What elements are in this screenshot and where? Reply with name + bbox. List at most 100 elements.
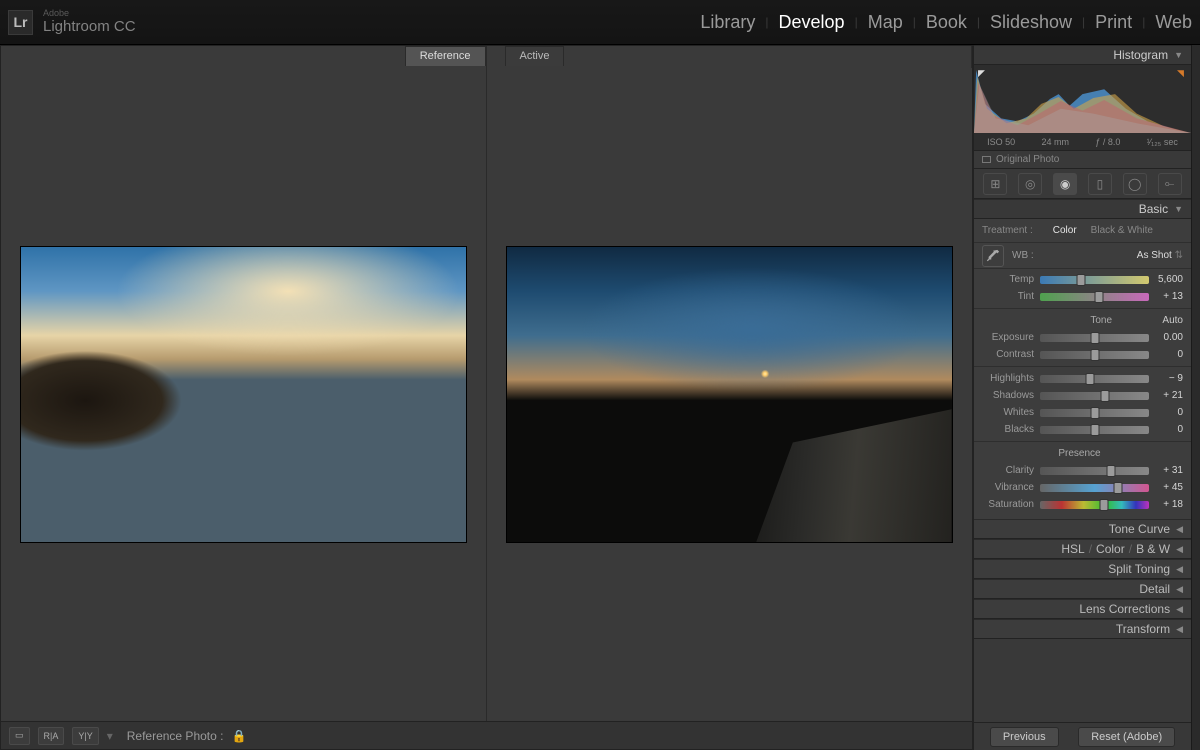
histogram[interactable]: ◤ ◥ ISO 50 24 mm ƒ / 8.0 ¹⁄₁₂₅ sec bbox=[974, 65, 1191, 151]
wb-dropdown[interactable]: As Shot ⇅ bbox=[1137, 250, 1183, 261]
auto-tone-button[interactable]: Auto bbox=[1162, 315, 1183, 326]
blacks-slider[interactable] bbox=[1040, 426, 1149, 434]
compare-ra-icon[interactable]: R|A bbox=[38, 727, 65, 745]
radial-tool-icon[interactable]: ◯ bbox=[1123, 173, 1147, 195]
triangle-left-icon: ◀ bbox=[1176, 544, 1183, 555]
shadows-value[interactable]: + 21 bbox=[1149, 390, 1183, 401]
active-tab[interactable]: Active bbox=[505, 46, 565, 66]
tone-section-label: Tone bbox=[1040, 315, 1162, 326]
previous-button[interactable]: Previous bbox=[990, 727, 1059, 747]
module-book[interactable]: Book bbox=[926, 12, 967, 33]
saturation-label: Saturation bbox=[982, 499, 1040, 510]
brush-tool-icon[interactable]: ⟜ bbox=[1158, 173, 1182, 195]
module-map[interactable]: Map bbox=[868, 12, 903, 33]
contrast-label: Contrast bbox=[982, 349, 1040, 360]
viewer-footer: ▭ R|A Y|Y ▾ Reference Photo : 🔒 bbox=[1, 721, 972, 749]
triangle-down-icon: ▼ bbox=[1174, 204, 1183, 214]
treatment-color[interactable]: Color bbox=[1053, 225, 1077, 236]
triangle-down-icon: ▼ bbox=[1174, 50, 1183, 60]
right-scrollbar[interactable] bbox=[1191, 45, 1200, 750]
module-print[interactable]: Print bbox=[1095, 12, 1132, 33]
shadows-slider[interactable] bbox=[1040, 392, 1149, 400]
checkbox-icon[interactable] bbox=[982, 156, 991, 163]
right-footer: Previous Reset (Adobe) bbox=[974, 722, 1191, 750]
vibrance-value[interactable]: + 45 bbox=[1149, 482, 1183, 493]
presence-section-label: Presence bbox=[982, 448, 1183, 459]
clarity-label: Clarity bbox=[982, 465, 1040, 476]
exposure-value[interactable]: 0.00 bbox=[1149, 332, 1183, 343]
contrast-value[interactable]: 0 bbox=[1149, 349, 1183, 360]
main-area: Reference Active ▭ R|A Y|Y ▾ Referenc bbox=[0, 45, 1200, 750]
clarity-slider[interactable] bbox=[1040, 467, 1149, 475]
original-photo-row[interactable]: Original Photo bbox=[974, 151, 1191, 169]
redeye-tool-icon[interactable]: ◉ bbox=[1053, 173, 1077, 195]
app-window: Lr Adobe Lightroom CC Library| Develop| … bbox=[0, 0, 1200, 750]
highlights-label: Highlights bbox=[982, 373, 1040, 384]
vibrance-label: Vibrance bbox=[982, 482, 1040, 493]
vibrance-slider[interactable] bbox=[1040, 484, 1149, 492]
split-toning-header[interactable]: Split Toning◀ bbox=[974, 559, 1191, 579]
graduated-tool-icon[interactable]: ▯ bbox=[1088, 173, 1112, 195]
highlights-slider[interactable] bbox=[1040, 375, 1149, 383]
module-web[interactable]: Web bbox=[1155, 12, 1192, 33]
contrast-slider[interactable] bbox=[1040, 351, 1149, 359]
module-library[interactable]: Library bbox=[700, 12, 755, 33]
histogram-header[interactable]: Histogram▼ bbox=[974, 45, 1191, 65]
shadow-clip-icon[interactable]: ◤ bbox=[978, 68, 988, 78]
hist-aperture: ƒ / 8.0 bbox=[1095, 137, 1120, 147]
treatment-label: Treatment : bbox=[982, 225, 1039, 236]
eyedropper-icon[interactable] bbox=[982, 245, 1004, 267]
tint-label: Tint bbox=[982, 291, 1040, 302]
saturation-value[interactable]: + 18 bbox=[1149, 499, 1183, 510]
viewer-tabs: Reference Active bbox=[1, 46, 972, 68]
reset-button[interactable]: Reset (Adobe) bbox=[1078, 727, 1175, 747]
temp-value[interactable]: 5,600 bbox=[1149, 274, 1183, 285]
tone-curve-header[interactable]: Tone Curve◀ bbox=[974, 519, 1191, 539]
right-panel: Histogram▼ ◤ ◥ ISO 50 24 mm ƒ / 8.0 ¹⁄₁₂… bbox=[973, 45, 1191, 750]
whites-slider[interactable] bbox=[1040, 409, 1149, 417]
tint-slider[interactable] bbox=[1040, 293, 1149, 301]
reference-photo-label: Reference Photo : bbox=[127, 729, 224, 743]
tint-value[interactable]: + 13 bbox=[1149, 291, 1183, 302]
whites-label: Whites bbox=[982, 407, 1040, 418]
hist-iso: ISO 50 bbox=[987, 137, 1015, 147]
highlight-clip-icon[interactable]: ◥ bbox=[1177, 68, 1187, 78]
transform-header[interactable]: Transform◀ bbox=[974, 619, 1191, 639]
highlights-value[interactable]: − 9 bbox=[1149, 373, 1183, 384]
exposure-slider[interactable] bbox=[1040, 334, 1149, 342]
reference-tab[interactable]: Reference bbox=[405, 46, 486, 66]
detail-header[interactable]: Detail◀ bbox=[974, 579, 1191, 599]
viewer: Reference Active ▭ R|A Y|Y ▾ Referenc bbox=[0, 45, 973, 750]
saturation-slider[interactable] bbox=[1040, 501, 1149, 509]
triangle-left-icon: ◀ bbox=[1176, 624, 1183, 635]
whites-value[interactable]: 0 bbox=[1149, 407, 1183, 418]
spot-tool-icon[interactable]: ◎ bbox=[1018, 173, 1042, 195]
compare-yy-icon[interactable]: Y|Y bbox=[72, 727, 98, 745]
blacks-label: Blacks bbox=[982, 424, 1040, 435]
active-pane[interactable] bbox=[487, 68, 972, 721]
top-bar: Lr Adobe Lightroom CC Library| Develop| … bbox=[0, 0, 1200, 45]
local-tools-strip: ⊞ ◎ ◉ ▯ ◯ ⟜ bbox=[974, 169, 1191, 199]
treatment-bw[interactable]: Black & White bbox=[1091, 225, 1153, 236]
app-logo: Lr bbox=[8, 10, 33, 35]
hsl-header[interactable]: HSL/ Color/ B & W ◀ bbox=[974, 539, 1191, 559]
reference-pane[interactable] bbox=[1, 68, 487, 721]
module-slideshow[interactable]: Slideshow bbox=[990, 12, 1072, 33]
compare-single-icon[interactable]: ▭ bbox=[9, 727, 30, 745]
lens-corrections-header[interactable]: Lens Corrections◀ bbox=[974, 599, 1191, 619]
product-label: Lightroom CC bbox=[43, 19, 136, 36]
clarity-value[interactable]: + 31 bbox=[1149, 465, 1183, 476]
lock-icon[interactable]: 🔒 bbox=[231, 729, 246, 743]
original-photo-label: Original Photo bbox=[996, 154, 1059, 165]
triangle-left-icon: ◀ bbox=[1176, 584, 1183, 595]
hist-focal: 24 mm bbox=[1041, 137, 1069, 147]
blacks-value[interactable]: 0 bbox=[1149, 424, 1183, 435]
temp-label: Temp bbox=[982, 274, 1040, 285]
module-develop[interactable]: Develop bbox=[779, 12, 845, 33]
reference-photo bbox=[20, 246, 466, 543]
exposure-label: Exposure bbox=[982, 332, 1040, 343]
temp-slider[interactable] bbox=[1040, 276, 1149, 284]
basic-header[interactable]: Basic▼ bbox=[974, 199, 1191, 219]
brand-block: Adobe Lightroom CC bbox=[43, 9, 136, 35]
crop-tool-icon[interactable]: ⊞ bbox=[983, 173, 1007, 195]
